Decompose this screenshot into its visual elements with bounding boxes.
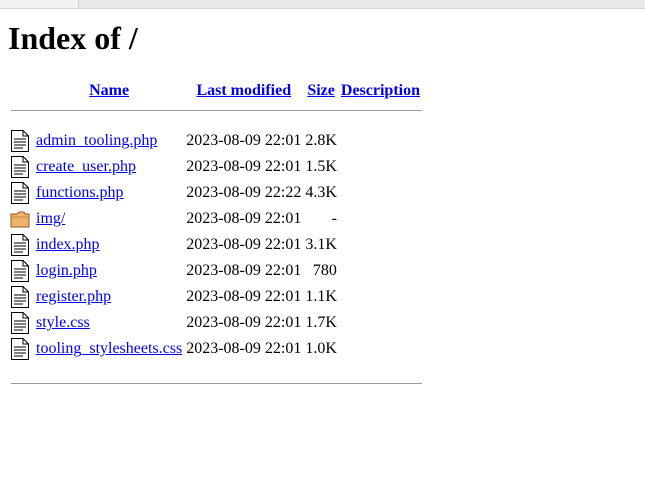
icon-cell [8, 258, 34, 284]
table-row: style.css 2023-08-09 22:01 1.7K [8, 310, 422, 336]
spacer-row [8, 116, 422, 128]
browser-tab-edge [78, 0, 645, 8]
last-modified-cell: 2023-08-09 22:01 [186, 210, 302, 227]
size-cell: 1.7K [305, 314, 337, 331]
description-cell [339, 180, 422, 206]
name-cell: tooling_stylesheets.css [34, 336, 184, 362]
description-cell [339, 284, 422, 310]
last-modified-header: Last modified [184, 78, 303, 104]
last-modified-cell: 2023-08-09 22:01 [186, 340, 302, 357]
size-cell: 780 [312, 262, 337, 279]
header-row: Name Last modified Size Description [8, 78, 422, 104]
last-modified-cell: 2023-08-09 22:01 [186, 314, 302, 331]
last-modified-cell: 2023-08-09 22:01 [186, 158, 302, 175]
size-header: Size [303, 78, 339, 104]
text-file-icon [10, 286, 32, 308]
icon-cell [8, 310, 34, 336]
table-row: img/2023-08-09 22:01 - [8, 206, 422, 232]
description-cell [339, 128, 422, 154]
last-modified-cell: 2023-08-09 22:01 [186, 288, 302, 305]
last-modified-cell: 2023-08-09 22:01 [186, 262, 302, 279]
file-link[interactable]: admin_tooling.php [36, 132, 157, 149]
sort-by-last-modified-link[interactable]: Last modified [196, 82, 291, 99]
page-title: Index of / [8, 20, 138, 56]
size-cell: 1.0K [305, 340, 337, 357]
folder-icon [10, 209, 32, 229]
icon-cell [8, 154, 34, 180]
icon-cell [8, 284, 34, 310]
header-separator-row [8, 104, 422, 116]
name-cell: functions.php [34, 180, 184, 206]
name-cell: create_user.php [34, 154, 184, 180]
file-link[interactable]: create_user.php [36, 158, 136, 175]
table-row: functions.php 2023-08-09 22:22 4.3K [8, 180, 422, 206]
table-row: tooling_stylesheets.css 2023-08-09 22:01 1… [8, 336, 422, 362]
size-cell: 3.1K [305, 236, 337, 253]
table-row: login.php 2023-08-09 22:01 780 [8, 258, 422, 284]
name-cell: index.php [34, 232, 184, 258]
size-cell: 1.1K [305, 288, 337, 305]
description-cell [339, 206, 422, 232]
text-file-icon [10, 312, 32, 334]
text-file-icon [10, 234, 32, 256]
description-cell [339, 336, 422, 362]
name-cell: login.php [34, 258, 184, 284]
size-cell: 4.3K [305, 184, 337, 201]
text-file-icon [10, 182, 32, 204]
icon-cell [8, 336, 34, 362]
table-row: create_user.php 2023-08-09 22:01 1.5K [8, 154, 422, 180]
file-link[interactable]: style.css [36, 314, 90, 331]
directory-listing-body: Name Last modified Size Description admi… [8, 78, 422, 384]
name-header: Name [34, 78, 184, 104]
browser-top-strip [0, 0, 645, 9]
text-file-icon [10, 156, 32, 178]
footer-separator-row [8, 362, 422, 384]
description-cell [339, 232, 422, 258]
text-file-icon [10, 260, 32, 282]
directory-listing-table: Name Last modified Size Description admi… [8, 78, 422, 384]
icon-cell [8, 128, 34, 154]
description-cell [339, 258, 422, 284]
last-modified-cell: 2023-08-09 22:01 [186, 132, 302, 149]
file-link[interactable]: tooling_stylesheets.css [36, 340, 182, 357]
header-separator [11, 109, 422, 111]
icon-header [8, 78, 34, 104]
size-cell: 1.5K [305, 158, 337, 175]
icon-cell [8, 232, 34, 258]
table-row: admin_tooling.php 2023-08-09 22:01 2.8K [8, 128, 422, 154]
last-modified-cell: 2023-08-09 22:01 [186, 236, 302, 253]
text-file-icon [10, 338, 32, 360]
name-cell: style.css [34, 310, 184, 336]
size-cell: - [331, 210, 337, 227]
name-cell: admin_tooling.php [34, 128, 184, 154]
last-modified-cell: 2023-08-09 22:22 [186, 184, 302, 201]
sort-by-name-link[interactable]: Name [89, 82, 129, 99]
file-link[interactable]: login.php [36, 262, 97, 279]
sort-by-size-link[interactable]: Size [307, 82, 335, 99]
file-link[interactable]: img/ [36, 210, 65, 227]
icon-cell [8, 206, 34, 232]
name-cell: register.php [34, 284, 184, 310]
size-cell: 2.8K [305, 132, 337, 149]
file-link[interactable]: register.php [36, 288, 111, 305]
table-row: register.php 2023-08-09 22:01 1.1K [8, 284, 422, 310]
description-cell [339, 310, 422, 336]
text-file-icon [10, 130, 32, 152]
file-link[interactable]: functions.php [36, 184, 124, 201]
sort-by-description-link[interactable]: Description [341, 82, 420, 99]
table-row: index.php 2023-08-09 22:01 3.1K [8, 232, 422, 258]
description-cell [339, 154, 422, 180]
icon-cell [8, 180, 34, 206]
name-cell: img/ [34, 206, 184, 232]
footer-separator [11, 383, 422, 384]
file-link[interactable]: index.php [36, 236, 100, 253]
description-header: Description [339, 78, 422, 104]
